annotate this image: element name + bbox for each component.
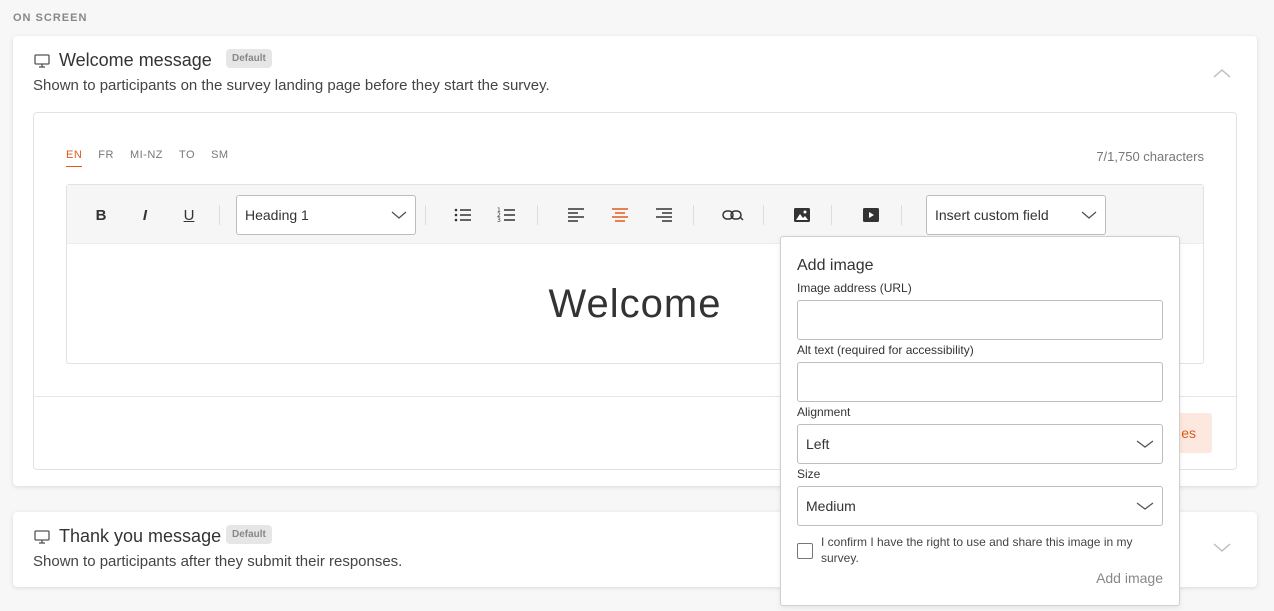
bold-button[interactable]: B (89, 203, 113, 227)
add-image-title: Add image (797, 257, 874, 274)
alignment-select[interactable]: Left (797, 424, 1163, 464)
thank-you-description: Shown to participants after they submit … (33, 553, 403, 570)
tab-to[interactable]: TO (179, 149, 195, 167)
chevron-up-icon[interactable] (1213, 68, 1231, 78)
image-url-input[interactable] (797, 300, 1163, 340)
add-image-popover: Add image Image address (URL) Alt text (… (780, 236, 1180, 606)
welcome-title: Welcome message (59, 50, 212, 70)
alt-text-label: Alt text (required for accessibility) (797, 343, 974, 357)
heading-select-value: Heading 1 (245, 207, 309, 223)
size-value: Medium (806, 498, 856, 514)
toolbar-divider (901, 205, 902, 225)
image-url-label: Image address (URL) (797, 281, 912, 295)
underline-button[interactable]: U (177, 203, 201, 227)
chevron-down-icon (1136, 440, 1154, 448)
tab-fr[interactable]: FR (98, 149, 114, 167)
numbered-list-icon[interactable]: 1 2 3 (495, 203, 519, 227)
toolbar-divider (425, 205, 426, 225)
confirm-rights-checkbox[interactable] (797, 543, 813, 559)
link-icon[interactable] (721, 203, 745, 227)
tab-mi-nz[interactable]: MI-NZ (130, 149, 163, 167)
align-left-icon[interactable] (564, 203, 588, 227)
default-badge: Default (226, 49, 272, 68)
tab-sm[interactable]: SM (211, 149, 229, 167)
image-icon[interactable] (790, 203, 814, 227)
bullet-list-icon[interactable] (451, 203, 475, 227)
chevron-down-icon (391, 211, 407, 219)
alt-text-input[interactable] (797, 362, 1163, 402)
chevron-down-icon (1136, 502, 1154, 510)
toolbar-divider (763, 205, 764, 225)
welcome-description: Shown to participants on the survey land… (33, 77, 550, 94)
toolbar-divider (219, 205, 220, 225)
chevron-down-icon[interactable] (1213, 543, 1231, 553)
alignment-label: Alignment (797, 405, 851, 419)
svg-text:3: 3 (497, 217, 501, 224)
thank-you-title: Thank you message (59, 526, 222, 546)
monitor-icon (34, 54, 50, 68)
chevron-down-icon (1081, 211, 1097, 219)
align-center-icon[interactable] (608, 203, 632, 227)
section-label: ON SCREEN (13, 12, 88, 24)
align-right-icon[interactable] (652, 203, 676, 227)
toolbar-divider (537, 205, 538, 225)
alignment-value: Left (806, 436, 830, 452)
heading-select[interactable]: Heading 1 (236, 195, 416, 235)
save-changes-label: es (1181, 425, 1196, 441)
confirm-rights-label: I confirm I have the right to use and sh… (821, 535, 1133, 565)
monitor-icon (34, 530, 50, 544)
add-image-button[interactable]: Add image (1096, 570, 1163, 586)
toolbar-divider (693, 205, 694, 225)
video-icon[interactable] (859, 203, 883, 227)
default-badge: Default (226, 525, 272, 544)
character-count: 7/1,750 characters (1096, 149, 1204, 164)
italic-button[interactable]: I (133, 203, 157, 227)
insert-custom-field-value: Insert custom field (935, 207, 1049, 223)
insert-custom-field-select[interactable]: Insert custom field (926, 195, 1106, 235)
toolbar-divider (831, 205, 832, 225)
language-tabs: EN FR MI-NZ TO SM (66, 149, 245, 167)
tab-en[interactable]: EN (66, 149, 83, 167)
size-label: Size (797, 467, 821, 481)
size-select[interactable]: Medium (797, 486, 1163, 526)
